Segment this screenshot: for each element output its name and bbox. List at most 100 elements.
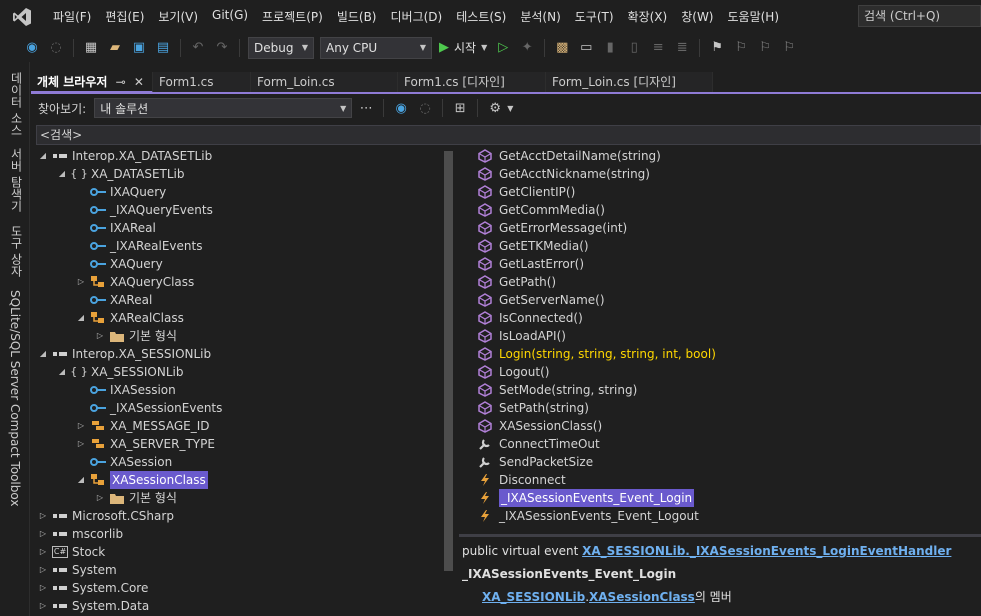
uncomment-icon[interactable]: ≣ bbox=[674, 40, 690, 56]
menu-item[interactable]: 테스트(S) bbox=[449, 8, 513, 25]
clear-bookmarks-icon[interactable]: ⚐ bbox=[781, 40, 797, 56]
collapsed-triangle-icon[interactable]: ▷ bbox=[37, 561, 49, 579]
object-search-input[interactable]: <검색> bbox=[36, 125, 981, 145]
expanded-triangle-icon[interactable]: ◢ bbox=[37, 147, 49, 165]
tree-node[interactable]: ◢ Interop.XA_SESSIONLib bbox=[37, 345, 211, 363]
tree-node[interactable]: XASession bbox=[75, 453, 172, 471]
expanded-triangle-icon[interactable]: ◢ bbox=[75, 471, 87, 489]
member-item[interactable]: ConnectTimeOut bbox=[477, 435, 600, 453]
tree-node[interactable]: _IXARealEvents bbox=[75, 237, 202, 255]
align-icon[interactable]: ▮ bbox=[602, 40, 618, 56]
tree-node[interactable]: ▷ C# Stock bbox=[37, 543, 105, 561]
expanded-triangle-icon[interactable]: ◢ bbox=[37, 345, 49, 363]
next-bookmark-icon[interactable]: ⚐ bbox=[757, 40, 773, 56]
save-all-icon[interactable]: ▤ bbox=[155, 40, 171, 56]
side-tab-data-sources[interactable]: 데이터 소스 bbox=[8, 72, 25, 136]
more-options-icon[interactable]: ⋯ bbox=[358, 100, 374, 116]
tree-node[interactable]: XAReal bbox=[75, 291, 152, 309]
member-item[interactable]: _IXASessionEvents_Event_Login bbox=[477, 489, 695, 507]
tab-object-browser[interactable]: 개체 브라우저 ⊸ ✕ bbox=[31, 72, 153, 93]
collapsed-triangle-icon[interactable]: ▷ bbox=[37, 507, 49, 525]
member-item[interactable]: GetClientIP() bbox=[477, 183, 575, 201]
tree-node[interactable]: ▷ System.Core bbox=[37, 579, 148, 597]
menu-item[interactable]: Git(G) bbox=[205, 8, 255, 25]
member-item[interactable]: GetLastError() bbox=[477, 255, 584, 273]
member-item[interactable]: GetAcctDetailName(string) bbox=[477, 147, 661, 165]
menu-item[interactable]: 보기(V) bbox=[151, 8, 205, 25]
collapsed-triangle-icon[interactable]: ▷ bbox=[75, 435, 87, 453]
start-debug-button[interactable]: ▶ 시작 ▼ bbox=[439, 39, 487, 56]
member-item[interactable]: Disconnect bbox=[477, 471, 566, 489]
tree-node[interactable]: ◢ Interop.XA_DATASETLib bbox=[37, 147, 212, 165]
member-item[interactable]: SetPath(string) bbox=[477, 399, 589, 417]
menu-item[interactable]: 분석(N) bbox=[513, 8, 567, 25]
menu-item[interactable]: 창(W) bbox=[674, 8, 720, 25]
chevron-down-icon[interactable]: ▼ bbox=[507, 104, 513, 113]
expanded-triangle-icon[interactable]: ◢ bbox=[75, 309, 87, 327]
tree-node[interactable]: IXAReal bbox=[75, 219, 156, 237]
tree-node[interactable]: ◢ XASessionClass bbox=[75, 471, 208, 489]
tab-form1-cs[interactable]: Form1.cs bbox=[153, 72, 251, 93]
namespace-link[interactable]: XA_SESSIONLib bbox=[482, 590, 585, 604]
forward-icon[interactable]: ◌ bbox=[417, 100, 433, 116]
tree-node[interactable]: _IXAQueryEvents bbox=[75, 201, 213, 219]
save-icon[interactable]: ▣ bbox=[131, 40, 147, 56]
search-input[interactable]: 검색 (Ctrl+Q) bbox=[858, 5, 981, 27]
open-folder-icon[interactable]: ▰ bbox=[107, 40, 123, 56]
menu-item[interactable]: 빌드(B) bbox=[330, 8, 384, 25]
forward-icon[interactable]: ◌ bbox=[48, 40, 64, 56]
tree-node[interactable]: ▷ 기본 형식 bbox=[94, 327, 177, 345]
expanded-triangle-icon[interactable]: ◢ bbox=[56, 363, 68, 381]
add-reference-icon[interactable]: ⊞ bbox=[452, 100, 468, 116]
member-item[interactable]: _IXASessionEvents_Event_Logout bbox=[477, 507, 699, 525]
tree-node[interactable]: ▷ XA_SERVER_TYPE bbox=[75, 435, 215, 453]
collapsed-triangle-icon[interactable]: ▷ bbox=[37, 597, 49, 615]
member-item[interactable]: SendPacketSize bbox=[477, 453, 593, 471]
bookmark-icon[interactable]: ⚑ bbox=[709, 40, 725, 56]
settings-gear-icon[interactable]: ⚙ bbox=[487, 100, 503, 116]
member-item[interactable]: XASessionClass() bbox=[477, 417, 602, 435]
member-item[interactable]: GetPath() bbox=[477, 273, 556, 291]
tree-node[interactable]: _IXASessionEvents bbox=[75, 399, 222, 417]
tree-node[interactable]: ▷ XA_MESSAGE_ID bbox=[75, 417, 210, 435]
tree-node[interactable]: ◢{ } XA_DATASETLib bbox=[56, 165, 185, 183]
menu-item[interactable]: 확장(X) bbox=[621, 8, 675, 25]
prev-bookmark-icon[interactable]: ⚐ bbox=[733, 40, 749, 56]
layout-icon[interactable]: ▭ bbox=[578, 40, 594, 56]
back-icon[interactable]: ◉ bbox=[393, 100, 409, 116]
tab-form1-designer[interactable]: Form1.cs [디자인] bbox=[398, 72, 546, 93]
member-item[interactable]: IsConnected() bbox=[477, 309, 583, 327]
tree-node[interactable]: ▷ mscorlib bbox=[37, 525, 123, 543]
tab-form-loin-cs[interactable]: Form_Loin.cs bbox=[251, 72, 398, 93]
expanded-triangle-icon[interactable]: ◢ bbox=[56, 165, 68, 183]
undo-icon[interactable]: ↶ bbox=[190, 40, 206, 56]
member-item[interactable]: GetServerName() bbox=[477, 291, 605, 309]
member-item[interactable]: GetErrorMessage(int) bbox=[477, 219, 627, 237]
close-icon[interactable]: ✕ bbox=[134, 75, 144, 89]
menu-item[interactable]: 편집(E) bbox=[98, 8, 151, 25]
tree-node[interactable]: ◢ XARealClass bbox=[75, 309, 184, 327]
tree-scrollbar[interactable] bbox=[440, 147, 458, 616]
class-link[interactable]: XASessionClass bbox=[589, 590, 695, 604]
tree-node[interactable]: ▷ 기본 형식 bbox=[94, 489, 177, 507]
redo-icon[interactable]: ↷ bbox=[214, 40, 230, 56]
start-without-debug-icon[interactable]: ▷ bbox=[495, 40, 511, 56]
pin-icon[interactable]: ⊸ bbox=[116, 75, 126, 89]
tree-node[interactable]: IXAQuery bbox=[75, 183, 166, 201]
browse-scope-dropdown[interactable]: 내 솔루션 ▼ bbox=[94, 98, 353, 118]
hot-reload-icon[interactable]: ✦ bbox=[519, 40, 535, 56]
collapsed-triangle-icon[interactable]: ▷ bbox=[94, 327, 106, 345]
chevron-down-icon[interactable]: ▼ bbox=[481, 43, 487, 52]
tab-form-loin-designer[interactable]: Form_Loin.cs [디자인] bbox=[546, 72, 713, 93]
collapsed-triangle-icon[interactable]: ▷ bbox=[37, 579, 49, 597]
side-tab-server-explorer[interactable]: 서버 탐색기 bbox=[8, 148, 25, 212]
new-project-icon[interactable]: ▦ bbox=[83, 40, 99, 56]
member-item[interactable]: Logout() bbox=[477, 363, 549, 381]
collapsed-triangle-icon[interactable]: ▷ bbox=[94, 489, 106, 507]
menu-item[interactable]: 도구(T) bbox=[568, 8, 621, 25]
member-item[interactable]: GetETKMedia() bbox=[477, 237, 589, 255]
member-item[interactable]: GetAcctNickname(string) bbox=[477, 165, 650, 183]
delegate-type-link[interactable]: XA_SESSIONLib._IXASessionEvents_LoginEve… bbox=[582, 544, 951, 558]
tree-node[interactable]: XAQuery bbox=[75, 255, 163, 273]
visual-studio-logo-icon[interactable] bbox=[12, 7, 32, 27]
